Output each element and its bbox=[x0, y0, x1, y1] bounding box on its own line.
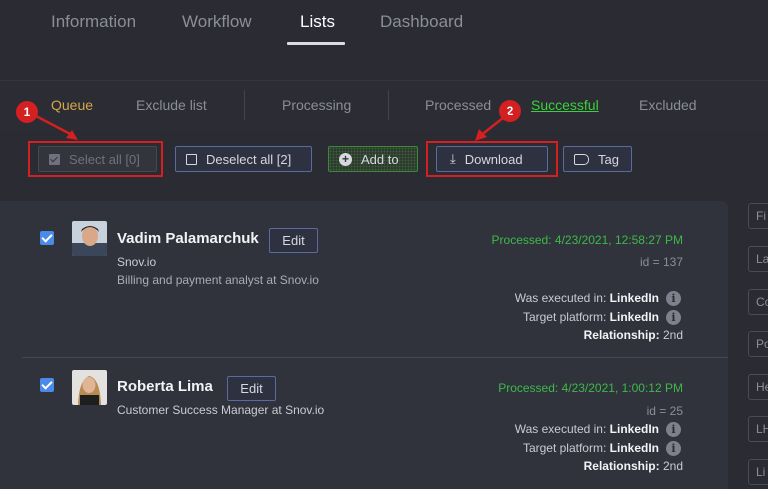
row-divider bbox=[22, 357, 728, 358]
tag-button[interactable]: Tag bbox=[563, 146, 632, 172]
contact-name[interactable]: Roberta Lima bbox=[117, 378, 213, 395]
contact-checkbox[interactable] bbox=[40, 378, 54, 392]
contact-name[interactable]: Vadim Palamarchuk bbox=[117, 230, 259, 247]
processed-timestamp: Processed: 4/23/2021, 12:58:27 PM bbox=[491, 233, 683, 247]
contact-checkbox[interactable] bbox=[40, 231, 54, 245]
subtab-excluded[interactable]: Excluded bbox=[639, 97, 697, 113]
avatar-photo-icon bbox=[72, 370, 107, 405]
tab-information[interactable]: Information bbox=[51, 12, 136, 32]
relationship-value: 2nd bbox=[662, 459, 683, 473]
add-to-label: Add to bbox=[361, 151, 399, 167]
edit-button[interactable]: Edit bbox=[227, 376, 276, 401]
executed-in-label: Was executed in: bbox=[514, 422, 607, 436]
processed-timestamp: Processed: 4/23/2021, 1:00:12 PM bbox=[498, 381, 683, 395]
subtab-successful[interactable]: Successful bbox=[531, 97, 599, 113]
tag-label: Tag bbox=[598, 151, 619, 167]
executed-in: Was executed in: LinkedIn bbox=[440, 291, 659, 305]
divider bbox=[244, 90, 245, 120]
contact-company: Snov.io bbox=[117, 255, 157, 269]
active-tab-indicator bbox=[287, 42, 345, 45]
target-platform-label: Target platform: bbox=[522, 310, 607, 324]
deselect-all-label: Deselect all [2] bbox=[206, 151, 292, 167]
divider bbox=[388, 90, 389, 120]
plus-circle-icon: + bbox=[339, 152, 352, 166]
avatar bbox=[72, 370, 107, 405]
target-platform-label: Target platform: bbox=[522, 441, 607, 455]
deselect-all-button[interactable]: Deselect all [2] bbox=[175, 146, 312, 172]
info-icon[interactable]: i bbox=[666, 422, 681, 437]
filter-lh[interactable]: LH bbox=[748, 416, 768, 442]
target-platform-value: LinkedIn bbox=[609, 441, 659, 455]
tab-dashboard[interactable]: Dashboard bbox=[380, 12, 463, 32]
info-icon[interactable]: i bbox=[666, 441, 681, 456]
callout-arrow-2 bbox=[475, 113, 509, 141]
filter-headline[interactable]: He bbox=[748, 374, 768, 400]
avatar-photo-icon bbox=[72, 221, 107, 256]
callout-arrow-1 bbox=[35, 114, 78, 140]
subtab-queue[interactable]: Queue bbox=[51, 97, 93, 113]
highlight-select-all bbox=[28, 141, 163, 177]
checkbox-empty-icon bbox=[186, 153, 197, 165]
tab-workflow[interactable]: Workflow bbox=[182, 12, 252, 32]
target-platform-value: LinkedIn bbox=[609, 310, 659, 324]
subtab-exclude-list[interactable]: Exclude list bbox=[136, 97, 207, 113]
add-to-button[interactable]: + Add to bbox=[328, 146, 418, 172]
subtab-processing[interactable]: Processing bbox=[282, 97, 351, 113]
executed-in-value: LinkedIn bbox=[609, 291, 659, 305]
info-icon[interactable]: i bbox=[666, 310, 681, 325]
relationship: Relationship: 2nd bbox=[440, 328, 683, 342]
avatar bbox=[72, 221, 107, 256]
tab-lists[interactable]: Lists bbox=[300, 12, 335, 32]
filter-company[interactable]: Co bbox=[748, 289, 768, 315]
filter-first-name[interactable]: Fi bbox=[748, 203, 768, 229]
contact-id: id = 25 bbox=[646, 404, 683, 418]
contact-title: Customer Success Manager at Snov.io bbox=[117, 403, 325, 417]
target-platform: Target platform: LinkedIn bbox=[440, 310, 659, 324]
executed-in-value: LinkedIn bbox=[609, 422, 659, 436]
filter-position[interactable]: Po bbox=[748, 331, 768, 357]
relationship-value: 2nd bbox=[662, 328, 683, 342]
relationship: Relationship: 2nd bbox=[440, 459, 683, 473]
highlight-download bbox=[426, 141, 558, 177]
filter-linkedin[interactable]: Li bbox=[748, 459, 768, 485]
tag-icon bbox=[574, 153, 589, 165]
info-icon[interactable]: i bbox=[666, 291, 681, 306]
relationship-label: Relationship: bbox=[583, 459, 660, 473]
edit-button[interactable]: Edit bbox=[269, 228, 318, 253]
target-platform: Target platform: LinkedIn bbox=[440, 441, 659, 455]
executed-in-label: Was executed in: bbox=[514, 291, 607, 305]
executed-in: Was executed in: LinkedIn bbox=[440, 422, 659, 436]
relationship-label: Relationship: bbox=[583, 328, 660, 342]
contact-id: id = 137 bbox=[639, 255, 683, 269]
filter-last-name[interactable]: La bbox=[748, 246, 768, 272]
contact-title: Billing and payment analyst at Snov.io bbox=[117, 273, 319, 287]
